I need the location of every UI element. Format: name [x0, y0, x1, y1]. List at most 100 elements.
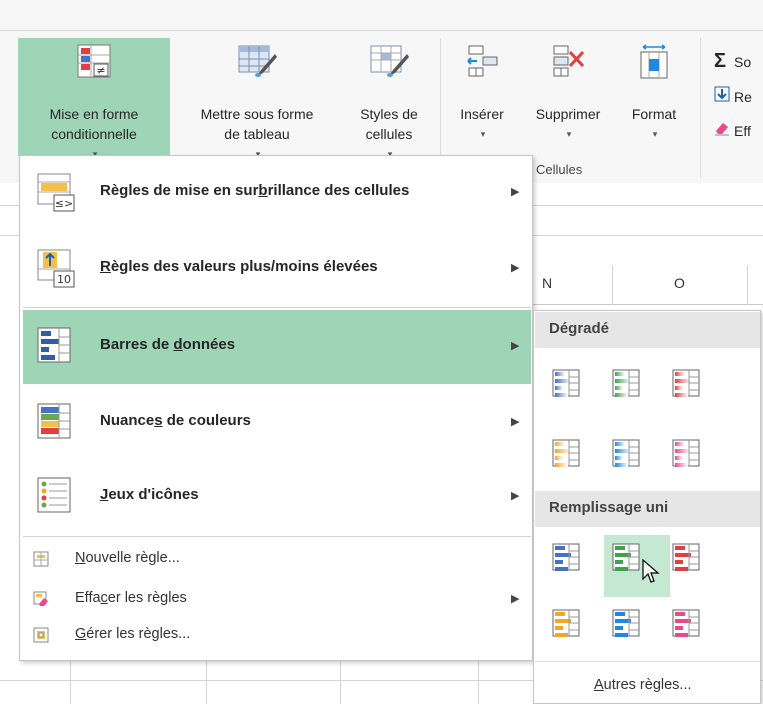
solid-databar-blue[interactable] [546, 537, 586, 577]
swatch-bar [615, 567, 628, 571]
color-scales-icon [37, 403, 77, 446]
cell-styles-button[interactable]: Styles de cellules ▾ [343, 38, 435, 159]
submenu-arrow-icon: ▶ [511, 262, 520, 274]
svg-text:10: 10 [57, 273, 71, 286]
gradient-databar-purple[interactable] [666, 433, 706, 473]
gradient-databar-lightblue[interactable] [606, 433, 646, 473]
format-as-table-button[interactable]: Mettre sous forme de tableau ▾ [172, 38, 342, 159]
solid-databar-orange[interactable] [546, 603, 586, 643]
autosum-label: So [734, 54, 752, 70]
icon-sets-icon [37, 477, 77, 520]
swatch-bar [675, 456, 683, 460]
menu-item-clear-rules[interactable]: Effacer les règles ▶ [23, 583, 531, 615]
solid-databar-red[interactable] [666, 537, 706, 577]
swatch-bar [615, 386, 623, 390]
fill-button[interactable]: Re [714, 86, 752, 105]
swatch-bar [615, 546, 625, 550]
submenu-arrow-icon: ▶ [511, 593, 520, 605]
chevron-down-icon: ▾ [480, 129, 486, 139]
swatch-bar [675, 560, 683, 564]
swatch-bar [555, 626, 563, 630]
chevron-down-icon: ▾ [566, 129, 572, 139]
menu-item-icon-sets[interactable]: Jeux d'icônes ▶ [23, 460, 531, 534]
clear-rules-icon [33, 591, 49, 610]
swatch-bar [555, 560, 563, 564]
delete-cells-button[interactable]: Supprimer ▾ [518, 38, 618, 156]
swatch-bar [675, 393, 688, 397]
clear-button[interactable]: Eff [714, 120, 751, 139]
conditional-formatting-icon: ≠ [77, 44, 111, 83]
swatch-bar [555, 546, 565, 550]
swatch-bar [615, 442, 625, 446]
menu-item-color-scales[interactable]: Nuances de couleurs ▶ [23, 386, 531, 460]
table-label-1: Mettre sous forme [200, 106, 314, 122]
swatch-bar [615, 463, 628, 467]
fill-down-icon [714, 86, 734, 105]
swatch-bar [675, 626, 683, 630]
swatch-bar [615, 626, 623, 630]
autosum-button[interactable]: Σ So [714, 50, 751, 73]
swatch-bar [675, 546, 685, 550]
swatch-bar [555, 463, 568, 467]
swatch-bar [555, 372, 565, 376]
column-header-n[interactable]: N [542, 275, 552, 291]
insert-cells-button[interactable]: Insérer ▾ [447, 38, 517, 156]
svg-text:≠: ≠ [96, 64, 105, 77]
swatch-bar [615, 372, 625, 376]
insert-label: Insérer [460, 106, 504, 122]
svg-text:≤>: ≤> [55, 197, 73, 210]
swatch-bar [615, 612, 625, 616]
swatch-bar [555, 386, 563, 390]
format-cells-icon [637, 44, 671, 85]
swatch-bar [555, 633, 568, 637]
gradient-databar-blue[interactable] [546, 363, 586, 403]
swatch-bar [675, 567, 688, 571]
gradient-databar-green[interactable] [606, 363, 646, 403]
menu-item-new-rule[interactable]: Nouvelle règle... [23, 543, 531, 575]
menu-label: Jeux d'icônes [100, 486, 199, 503]
submenu-arrow-icon: ▶ [511, 416, 520, 428]
menu-label: Gérer les règles... [75, 626, 191, 642]
more-rules-link[interactable]: Autres règles... [594, 677, 692, 693]
menu-label: Effacer les règles [75, 590, 187, 606]
swatch-bar [675, 633, 688, 637]
gradient-databar-red[interactable] [666, 363, 706, 403]
styles-label-1: Styles de [360, 106, 418, 122]
menu-item-top-bottom-rules[interactable]: 10 Règles des valeurs plus/moins élevées… [23, 232, 531, 306]
menu-label: Nuances de couleurs [100, 412, 251, 429]
menu-item-highlight-cells-rules[interactable]: ≤> Règles de mise en surbrillance des ce… [23, 156, 531, 230]
fill-label: Re [734, 89, 752, 105]
swatch-bar [675, 612, 685, 616]
solid-databar-purple[interactable] [666, 603, 706, 643]
menu-label: Règles de mise en surbrillance des cellu… [100, 182, 410, 199]
styles-label-2: cellules [365, 126, 413, 142]
swatch-bar [555, 567, 568, 571]
swatch-bar [675, 386, 683, 390]
top-bottom-rules-icon: 10 [37, 249, 77, 292]
solid-databar-green[interactable] [604, 535, 670, 597]
solid-fill-header: Remplissage uni [535, 491, 760, 527]
gradient-databar-orange[interactable] [546, 433, 586, 473]
column-header-o[interactable]: O [674, 275, 685, 291]
submenu-arrow-icon: ▶ [511, 490, 520, 502]
eraser-icon [714, 120, 734, 139]
solid-databar-lightblue[interactable] [606, 603, 646, 643]
data-bars-icon [37, 327, 77, 370]
mouse-pointer-icon [642, 558, 660, 588]
conditional-formatting-button[interactable]: ≠ Mise en forme conditionnelle ▾ [18, 38, 170, 159]
menu-item-data-bars[interactable]: Barres de données ▶ [23, 310, 531, 384]
delete-cells-icon [550, 44, 586, 83]
cell-styles-icon [369, 44, 409, 85]
format-label: Format [631, 106, 677, 122]
swatch-bar [615, 393, 628, 397]
manage-rules-icon [33, 627, 49, 646]
submenu-arrow-icon: ▶ [511, 186, 520, 198]
menu-item-manage-rules[interactable]: Gérer les règles... [23, 619, 531, 651]
format-cells-button[interactable]: Format ▾ [620, 38, 688, 156]
cells-group-label: Cellules [536, 162, 583, 177]
swatch-bar [555, 456, 563, 460]
swatch-bar [615, 456, 623, 460]
swatch-bar [675, 463, 688, 467]
clear-label: Eff [734, 123, 751, 139]
submenu-arrow-icon: ▶ [511, 340, 520, 352]
